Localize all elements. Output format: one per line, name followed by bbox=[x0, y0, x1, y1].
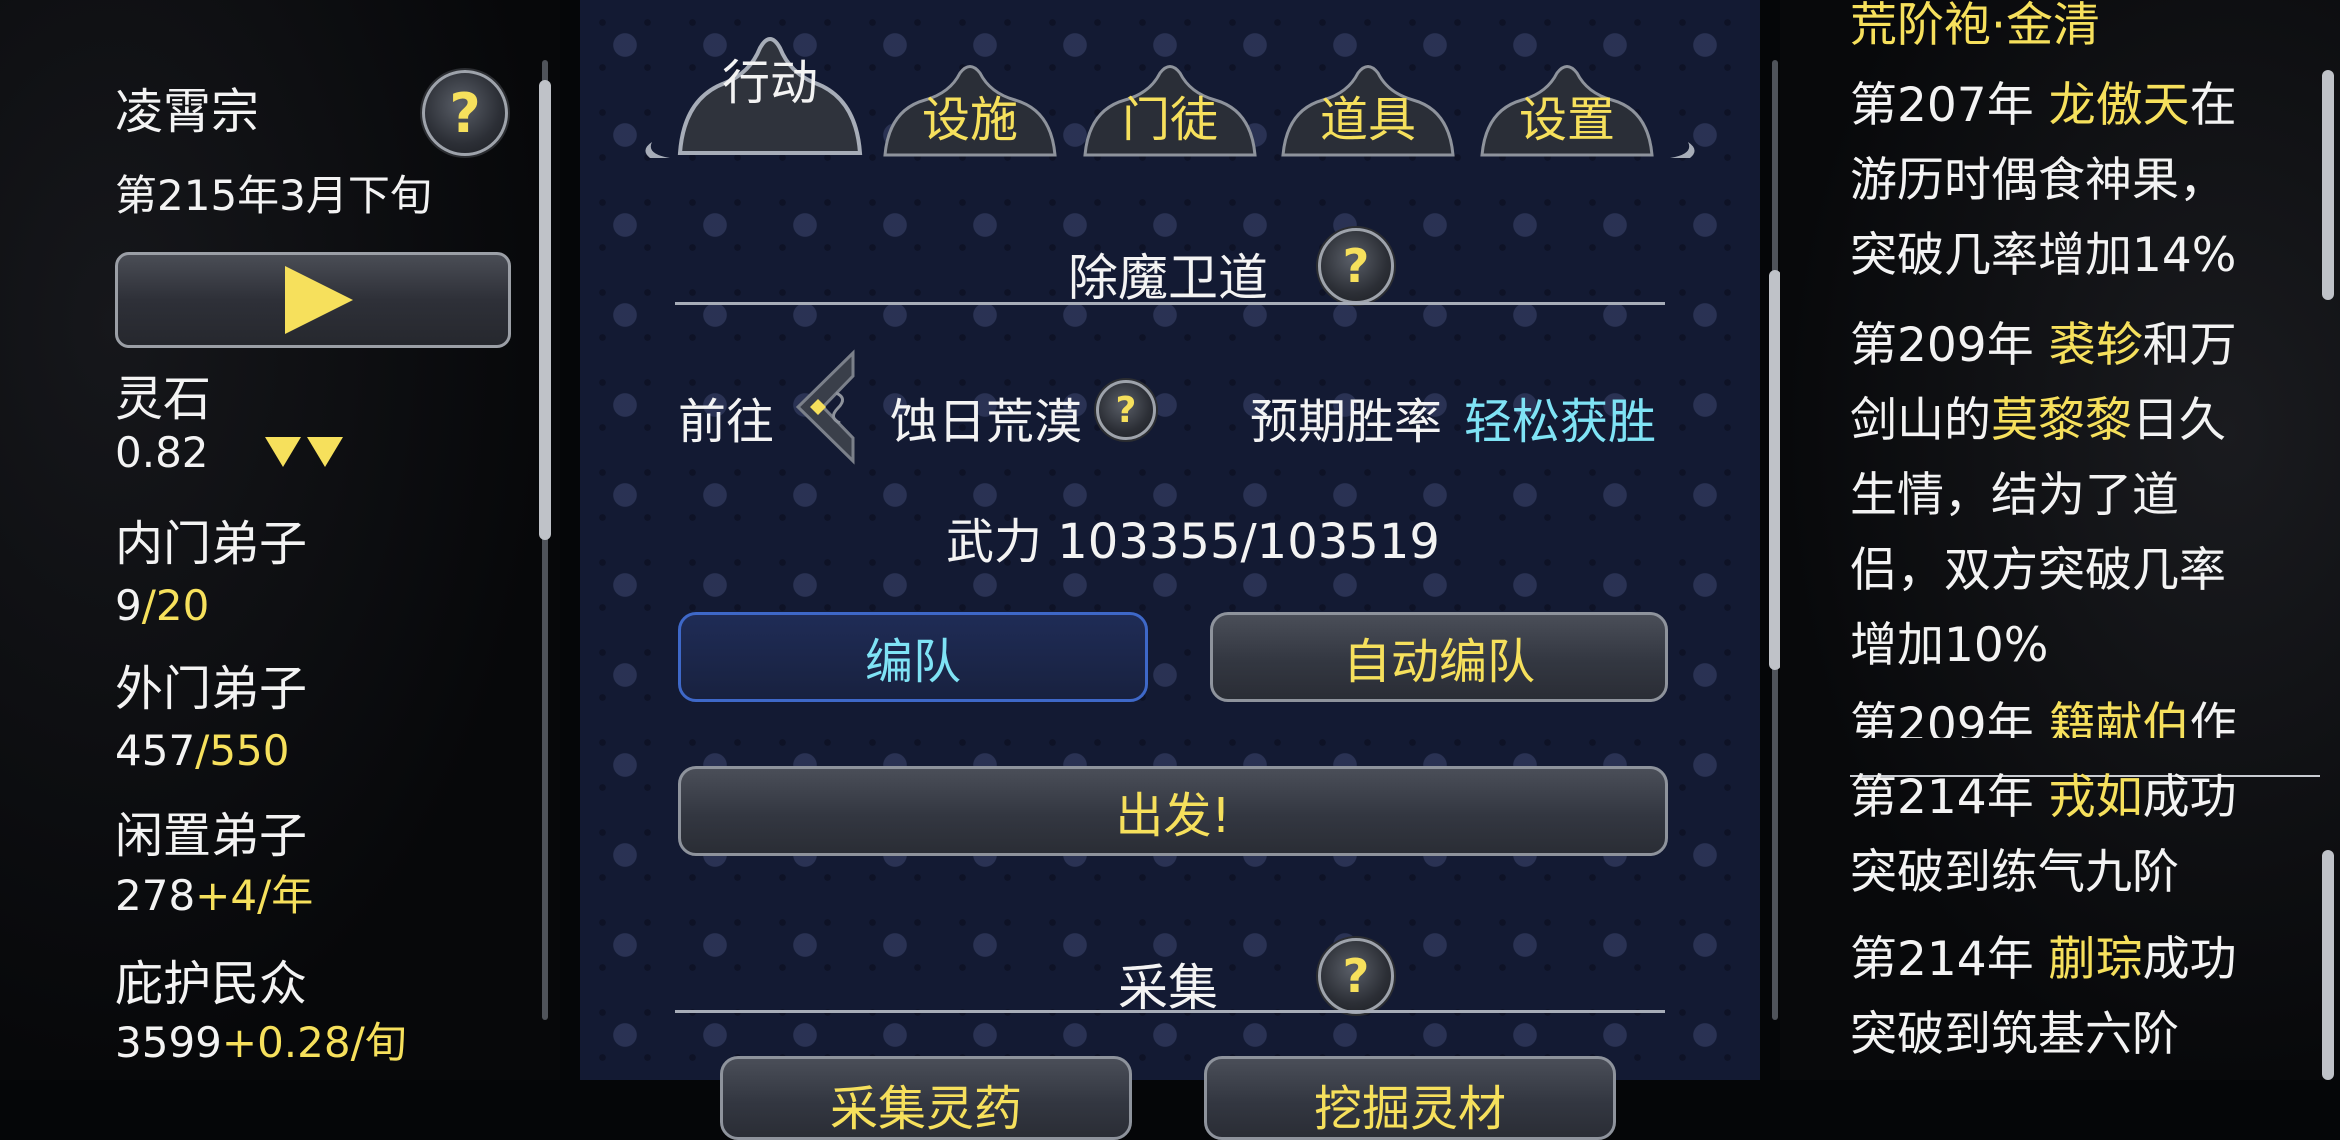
tab-settings-label: 设置 bbox=[1518, 92, 1615, 148]
left-scrollbar-thumb[interactable] bbox=[539, 80, 551, 540]
idle-disciples-count: 278+4/年 bbox=[115, 875, 313, 917]
outer-disciples-count: 457/550 bbox=[115, 730, 290, 772]
inner-current: 9 bbox=[115, 581, 142, 630]
destination-help-icon[interactable]: ? bbox=[1096, 380, 1156, 440]
log-person-name[interactable]: 戎如 bbox=[2049, 770, 2143, 825]
log-person-name[interactable]: 莫黎黎 bbox=[1991, 393, 2132, 448]
play-icon bbox=[285, 266, 353, 334]
log-entry-2: 第209年 裘轸和万剑山的莫黎黎日久生情，结为了道侣，双方突破几率增加10% bbox=[1850, 308, 2270, 683]
sect-name: 凌霄宗 bbox=[115, 84, 260, 140]
spirit-stone-value: 0.82 bbox=[115, 428, 209, 477]
prev-destination-arrow-icon[interactable] bbox=[788, 348, 858, 466]
power-text: 武力 103355/103519 bbox=[946, 514, 1440, 570]
log-person-name[interactable]: 蒯琮 bbox=[2049, 932, 2143, 987]
log-entry-4: 第214年 戎如成功突破到练气九阶 bbox=[1850, 760, 2270, 910]
tab-disciples[interactable]: 门徒 bbox=[1075, 55, 1265, 160]
expedition-divider bbox=[675, 302, 1665, 305]
game-date: 第215年3月下旬 bbox=[115, 171, 432, 220]
log-entry-5: 第214年 蒯琮成功突破到筑基六阶 bbox=[1850, 922, 2270, 1072]
gather-help-icon[interactable]: ? bbox=[1318, 938, 1394, 1014]
log-person-name[interactable]: 籍献伯 bbox=[2049, 698, 2190, 738]
log-entry-3: 第209年 籍献伯作 bbox=[1850, 688, 2270, 738]
tab-disciples-label: 门徒 bbox=[1121, 92, 1218, 148]
tab-facilities[interactable]: 设施 bbox=[875, 55, 1065, 160]
goto-label: 前往 bbox=[678, 394, 775, 450]
sect-status-panel: 凌霄宗 ? 第215年3月下旬 灵石 0.82 内门弟子 9/20 外门弟子 4… bbox=[0, 0, 560, 1080]
inner-disciples-label: 内门弟子 bbox=[115, 516, 308, 572]
formation-button[interactable]: 编队 bbox=[678, 612, 1148, 702]
log-person-name[interactable]: 裘轸 bbox=[2049, 318, 2143, 373]
formation-button-label: 编队 bbox=[864, 634, 961, 690]
log-text: 第209年 bbox=[1850, 318, 2049, 373]
log-lower-scrollbar-thumb[interactable] bbox=[2322, 850, 2334, 1080]
auto-formation-button-label: 自动编队 bbox=[1342, 634, 1535, 690]
tab-items-label: 道具 bbox=[1319, 92, 1416, 148]
log-entry-1: 第207年 龙傲天在游历时偶食神果，突破几率增加14% bbox=[1850, 68, 2270, 293]
spirit-stone-label: 灵石 bbox=[115, 371, 212, 427]
outer-disciples-label: 外门弟子 bbox=[115, 661, 308, 717]
log-text: 第214年 bbox=[1850, 932, 2049, 987]
expedition-section-title: 除魔卫道 bbox=[1068, 249, 1268, 307]
log-upper-scrollbar-thumb[interactable] bbox=[2322, 70, 2334, 300]
idle-current: 278 bbox=[115, 871, 196, 920]
tab-items[interactable]: 道具 bbox=[1273, 55, 1463, 160]
outer-max: /550 bbox=[195, 726, 290, 775]
log-person-name[interactable]: 龙傲天 bbox=[2049, 78, 2190, 133]
log-partial-top: 荒阶袍·金清 bbox=[1850, 0, 2100, 53]
idle-disciples-label: 闲置弟子 bbox=[115, 808, 308, 864]
protected-people-count: 3599+0.28/旬 bbox=[115, 1022, 407, 1064]
tab-facilities-label: 设施 bbox=[921, 92, 1018, 148]
event-log-panel: 荒阶袍·金清 第207年 龙傲天在游历时偶食神果，突破几率增加14% 第209年… bbox=[1780, 0, 2340, 1080]
protected-current: 3599 bbox=[115, 1018, 222, 1067]
tab-action-label: 行动 bbox=[721, 55, 818, 111]
win-rate-label: 预期胜率 bbox=[1250, 394, 1443, 450]
inner-max: /20 bbox=[141, 581, 210, 630]
decrease-trend-icon bbox=[265, 428, 349, 477]
win-rate-value: 轻松获胜 bbox=[1464, 394, 1657, 450]
log-entry-3-clipped: 第209年 籍献伯作 bbox=[1850, 688, 2270, 738]
depart-button[interactable]: 出发! bbox=[678, 766, 1668, 856]
expedition-help-icon[interactable]: ? bbox=[1318, 228, 1394, 304]
sect-help-icon[interactable]: ? bbox=[422, 70, 508, 156]
protected-people-label: 庇护民众 bbox=[115, 956, 308, 1012]
idle-rate: +4/年 bbox=[195, 871, 314, 920]
auto-formation-button[interactable]: 自动编队 bbox=[1210, 612, 1668, 702]
log-text: 第214年 bbox=[1850, 770, 2049, 825]
inner-disciples-count: 9/20 bbox=[115, 585, 209, 627]
spirit-stone-row: 0.82 bbox=[115, 432, 349, 474]
destination-name: 蚀日荒漠 bbox=[890, 394, 1083, 450]
mine-materials-button[interactable]: 挖掘灵材 bbox=[1204, 1056, 1616, 1140]
protected-rate: +0.28/旬 bbox=[221, 1018, 407, 1067]
gather-herbs-button[interactable]: 采集灵药 bbox=[720, 1056, 1132, 1140]
log-text: 作 bbox=[2189, 698, 2237, 738]
outer-current: 457 bbox=[115, 726, 196, 775]
log-text: 第207年 bbox=[1850, 78, 2049, 133]
tab-action[interactable]: 行动 bbox=[670, 18, 870, 158]
log-text: 第209年 bbox=[1850, 698, 2049, 738]
depart-button-label: 出发! bbox=[1115, 788, 1231, 844]
gather-divider bbox=[675, 1010, 1665, 1013]
tab-settings[interactable]: 设置 bbox=[1472, 55, 1662, 160]
advance-time-button[interactable] bbox=[115, 252, 511, 348]
